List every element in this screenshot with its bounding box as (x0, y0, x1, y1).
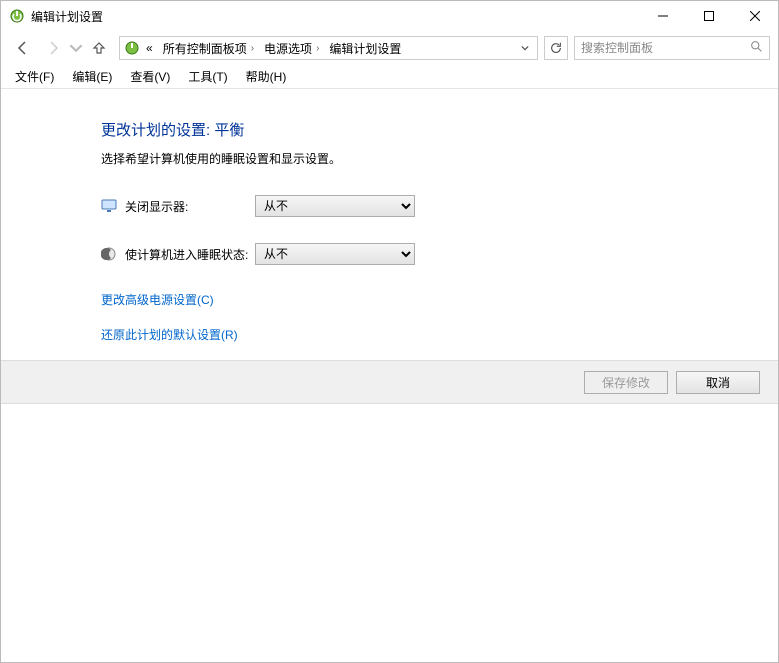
monitor-icon (101, 198, 117, 214)
breadcrumb-item-all[interactable]: 所有控制面板项› (159, 38, 258, 59)
turn-off-display-label: 关闭显示器: (125, 198, 255, 215)
sleep-select[interactable]: 从不 (255, 243, 415, 265)
link-restore-row: 还原此计划的默认设置(R) (101, 326, 778, 343)
cancel-button[interactable]: 取消 (676, 371, 760, 394)
page-subtitle: 选择希望计算机使用的睡眠设置和显示设置。 (101, 150, 778, 167)
setting-sleep: 使计算机进入睡眠状态: 从不 (101, 243, 778, 265)
setting-turn-off-display: 关闭显示器: 从不 (101, 195, 778, 217)
turn-off-display-select[interactable]: 从不 (255, 195, 415, 217)
link-advanced-row: 更改高级电源设置(C) (101, 291, 778, 308)
search-input[interactable] (581, 41, 750, 55)
window-title: 编辑计划设置 (31, 8, 103, 25)
chevron-left-icon: « (146, 41, 153, 55)
menu-view[interactable]: 查看(V) (122, 66, 178, 87)
app-icon (9, 8, 25, 24)
navbar: « 所有控制面板项› 电源选项› 编辑计划设置 (1, 31, 778, 65)
content: 更改计划的设置: 平衡 选择希望计算机使用的睡眠设置和显示设置。 关闭显示器: … (1, 89, 778, 343)
chevron-right-icon: › (316, 43, 319, 54)
power-icon (124, 40, 140, 56)
close-button[interactable] (732, 1, 778, 31)
menu-file[interactable]: 文件(F) (7, 66, 62, 87)
link-advanced-power-settings[interactable]: 更改高级电源设置(C) (101, 293, 214, 307)
action-bar: 保存修改 取消 (1, 360, 778, 404)
forward-button[interactable] (39, 34, 67, 62)
page-heading: 更改计划的设置: 平衡 (101, 119, 778, 140)
breadcrumb-prefix[interactable]: « (142, 39, 157, 57)
titlebar: 编辑计划设置 (1, 1, 778, 31)
refresh-button[interactable] (544, 36, 568, 60)
recent-dropdown[interactable] (69, 34, 83, 62)
search-icon[interactable] (750, 40, 763, 56)
link-restore-defaults[interactable]: 还原此计划的默认设置(R) (101, 328, 238, 342)
maximize-button[interactable] (686, 1, 732, 31)
sleep-label: 使计算机进入睡眠状态: (125, 246, 255, 263)
minimize-button[interactable] (640, 1, 686, 31)
address-bar[interactable]: « 所有控制面板项› 电源选项› 编辑计划设置 (119, 36, 538, 60)
save-button[interactable]: 保存修改 (584, 371, 668, 394)
breadcrumb-item-edit-plan[interactable]: 编辑计划设置 (325, 38, 405, 59)
address-dropdown[interactable] (517, 41, 533, 55)
menu-edit[interactable]: 编辑(E) (64, 66, 120, 87)
menu-help[interactable]: 帮助(H) (238, 66, 295, 87)
search-box[interactable] (574, 36, 770, 60)
menubar: 文件(F) 编辑(E) 查看(V) 工具(T) 帮助(H) (1, 65, 778, 89)
menu-tools[interactable]: 工具(T) (180, 66, 235, 87)
back-button[interactable] (9, 34, 37, 62)
moon-icon (101, 246, 117, 262)
breadcrumb-item-power[interactable]: 电源选项› (260, 38, 323, 59)
chevron-right-icon: › (251, 43, 254, 54)
up-button[interactable] (85, 34, 113, 62)
